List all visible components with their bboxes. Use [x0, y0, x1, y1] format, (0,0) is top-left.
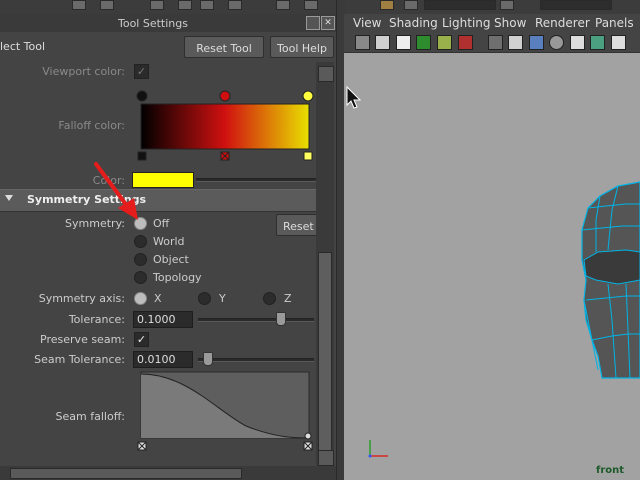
axis-z-radio[interactable]	[263, 292, 276, 305]
bookmark-icon[interactable]	[396, 35, 411, 50]
toolbar-icon[interactable]	[100, 0, 114, 10]
axis-gizmo-icon	[368, 440, 388, 458]
scroll-up-button[interactable]	[318, 66, 334, 82]
menu-show[interactable]: Show	[494, 16, 526, 30]
tool-settings-title: Tool Settings	[118, 17, 188, 30]
dock-icon[interactable]	[306, 16, 320, 30]
mesh-object[interactable]	[578, 180, 640, 380]
axis-z-label: Z	[284, 292, 292, 305]
toolbar-icon[interactable]	[72, 0, 86, 10]
symmetry-off-label: Off	[153, 217, 170, 230]
tolerance-field[interactable]	[133, 311, 193, 328]
reset-symmetry-button[interactable]: Reset	[276, 214, 320, 236]
tolerance-slider-track[interactable]	[198, 318, 314, 322]
viewport-color-checkbox[interactable]: ✓	[134, 64, 149, 79]
toolbar-icon[interactable]	[150, 0, 164, 10]
falloff-color-label: Falloff color:	[58, 119, 125, 132]
toolbar-icon[interactable]	[178, 0, 192, 10]
camera-icon[interactable]	[355, 35, 370, 50]
red-arrow-annotation	[94, 162, 138, 220]
toolbar-icon[interactable]	[380, 0, 394, 10]
seam-falloff-label: Seam falloff:	[55, 410, 125, 423]
tool-name: lect Tool	[0, 40, 46, 53]
textured-icon[interactable]	[529, 35, 544, 50]
expand-triangle-icon[interactable]	[5, 195, 13, 201]
symmetry-topology-radio[interactable]	[134, 271, 147, 284]
camera-name-label: front	[596, 465, 625, 476]
seam-tolerance-field[interactable]	[133, 351, 193, 368]
xray-icon[interactable]	[611, 35, 626, 50]
axis-x-radio[interactable]	[134, 292, 147, 305]
close-icon[interactable]: ✕	[321, 16, 335, 30]
shadows-icon[interactable]	[570, 35, 585, 50]
preserve-seam-checkbox[interactable]: ✓	[134, 332, 149, 347]
wireframe-icon[interactable]	[488, 35, 503, 50]
toolbar-icon[interactable]	[304, 0, 318, 10]
axis-y-radio[interactable]	[198, 292, 211, 305]
color-slider-track[interactable]	[196, 178, 316, 182]
toolbar-icon[interactable]	[404, 0, 418, 10]
mouse-cursor-icon	[346, 86, 362, 109]
toolbar-field[interactable]	[540, 0, 612, 10]
symmetry-object-radio[interactable]	[134, 253, 147, 266]
tool-help-button[interactable]: Tool Help	[270, 36, 334, 58]
image-plane-icon[interactable]	[416, 35, 431, 50]
toolbar-icon[interactable]	[228, 0, 242, 10]
reset-tool-button[interactable]: Reset Tool	[184, 36, 264, 58]
symmetry-axis-label: Symmetry axis:	[38, 292, 125, 305]
falloff-color-ramp[interactable]	[134, 86, 318, 166]
symmetry-object-label: Object	[153, 253, 189, 266]
smooth-shade-icon[interactable]	[508, 35, 523, 50]
isolate-icon[interactable]	[590, 35, 605, 50]
film-gate-icon[interactable]	[458, 35, 473, 50]
scroll-down-button[interactable]	[318, 450, 334, 466]
horizontal-scroll-thumb[interactable]	[10, 468, 242, 479]
preserve-seam-label: Preserve seam:	[40, 333, 125, 346]
vertical-scroll-thumb[interactable]	[318, 252, 332, 454]
viewport-color-label: Viewport color:	[42, 65, 125, 78]
symmetry-topology-label: Topology	[153, 271, 202, 284]
symmetry-world-radio[interactable]	[134, 235, 147, 248]
tolerance-label: Tolerance:	[68, 313, 125, 326]
seam-tolerance-label: Seam Tolerance:	[34, 353, 125, 366]
toolbar-icon[interactable]	[200, 0, 214, 10]
menu-panels[interactable]: Panels	[595, 16, 634, 30]
toolbar-icon[interactable]	[276, 0, 290, 10]
axis-x-label: X	[154, 292, 162, 305]
grid-toggle-icon[interactable]	[437, 35, 452, 50]
menu-view[interactable]: View	[353, 16, 381, 30]
seam-tolerance-slider-track[interactable]	[198, 358, 314, 362]
seam-tolerance-slider-handle[interactable]	[203, 352, 214, 366]
axis-y-label: Y	[219, 292, 226, 305]
menu-renderer[interactable]: Renderer	[535, 16, 590, 30]
toolbar-field[interactable]	[424, 0, 496, 10]
seam-falloff-curve[interactable]	[136, 370, 316, 454]
camera-attributes-icon[interactable]	[375, 35, 390, 50]
lights-icon[interactable]	[549, 35, 564, 50]
symmetry-world-label: World	[153, 235, 185, 248]
menu-shading[interactable]: Shading	[389, 16, 438, 30]
toolbar-icon[interactable]	[500, 0, 514, 10]
main-toolbar-strip	[0, 0, 640, 14]
menu-lighting[interactable]: Lighting	[442, 16, 491, 30]
tolerance-slider-handle[interactable]	[275, 312, 286, 326]
